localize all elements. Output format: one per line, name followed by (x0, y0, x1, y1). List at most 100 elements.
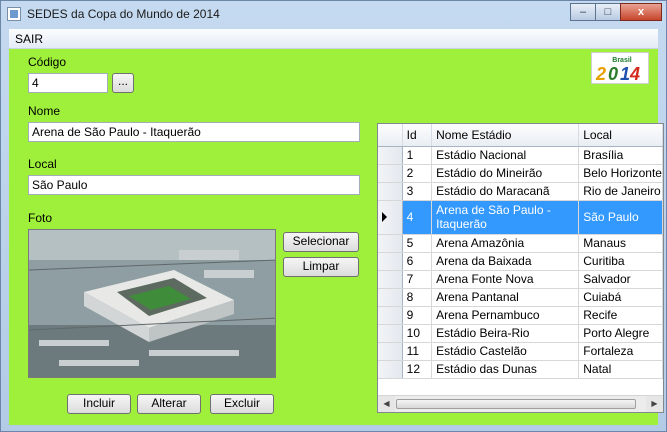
nome-cell[interactable]: Arena da Baixada (431, 252, 580, 271)
table-row[interactable]: 1 Estádio Nacional Brasília (378, 146, 663, 165)
nome-cell[interactable]: Estádio Beira-Rio (431, 324, 580, 343)
column-header-local[interactable]: Local (578, 124, 663, 147)
svg-text:Brasil: Brasil (612, 57, 632, 64)
row-header[interactable] (378, 342, 403, 361)
local-label: Local (28, 157, 57, 171)
table-row[interactable]: 8 Arena Pantanal Cuiabá (378, 288, 663, 307)
nome-cell[interactable]: Arena Pantanal (431, 288, 580, 307)
id-cell[interactable]: 11 (402, 342, 433, 361)
row-header[interactable] (378, 146, 403, 165)
local-cell[interactable]: Porto Alegre (578, 324, 663, 343)
brasil-2014-logo: Brasil 2 0 1 4 (591, 52, 649, 84)
local-cell[interactable]: Belo Horizonte (578, 164, 663, 183)
table-row[interactable]: 5 Arena Amazônia Manaus (378, 234, 663, 253)
nome-cell[interactable]: Estádio do Mineirão (431, 164, 580, 183)
id-cell[interactable]: 3 (402, 182, 433, 201)
local-cell[interactable]: São Paulo (578, 200, 663, 235)
window-title: SEDES da Copa do Mundo de 2014 (27, 7, 220, 21)
limpar-button[interactable]: Limpar (283, 257, 359, 277)
current-row-arrow-icon (382, 212, 387, 222)
nome-label: Nome (28, 104, 61, 118)
local-cell[interactable]: Manaus (578, 234, 663, 253)
menu-sair[interactable]: SAIR (15, 32, 43, 46)
browse-button[interactable]: ... (112, 73, 134, 93)
local-cell[interactable]: Cuiabá (578, 288, 663, 307)
scroll-right-icon[interactable]: ▶ (646, 396, 663, 412)
main-window: SEDES da Copa do Mundo de 2014 – □ x SAI… (0, 0, 667, 432)
table-row[interactable]: 10 Estádio Beira-Rio Porto Alegre (378, 324, 663, 343)
codigo-input[interactable] (28, 73, 108, 93)
local-input[interactable] (28, 175, 360, 195)
table-row[interactable]: 12 Estádio das Dunas Natal (378, 360, 663, 379)
nome-cell[interactable]: Estádio Castelão (431, 342, 580, 361)
nome-cell[interactable]: Arena Fonte Nova (431, 270, 580, 289)
table-row[interactable]: 7 Arena Fonte Nova Salvador (378, 270, 663, 289)
stadium-photo (28, 229, 276, 378)
local-cell[interactable]: Brasília (578, 146, 663, 165)
column-header-nome[interactable]: Nome Estádio (431, 124, 580, 147)
nome-cell[interactable]: Arena de São Paulo - Itaquerão (431, 200, 580, 235)
id-cell[interactable]: 6 (402, 252, 433, 271)
local-cell[interactable]: Curitiba (578, 252, 663, 271)
nome-cell[interactable]: Arena Pernambuco (431, 306, 580, 325)
nome-cell[interactable]: Estádio Nacional (431, 146, 580, 165)
id-cell[interactable]: 2 (402, 164, 433, 183)
nome-cell[interactable]: Estádio das Dunas (431, 360, 580, 379)
svg-text:2: 2 (595, 64, 606, 83)
svg-text:0: 0 (608, 64, 618, 83)
row-header[interactable] (378, 306, 403, 325)
title-bar[interactable]: SEDES da Copa do Mundo de 2014 – □ x (1, 1, 666, 29)
form-client-area: SAIR Código ... Nome Local Foto (9, 29, 664, 425)
row-header[interactable] (378, 270, 403, 289)
local-cell[interactable]: Natal (578, 360, 663, 379)
id-cell[interactable]: 5 (402, 234, 433, 253)
codigo-label: Código (28, 55, 67, 69)
local-cell[interactable]: Rio de Janeiro (578, 182, 663, 201)
close-button[interactable]: x (620, 3, 662, 21)
local-cell[interactable]: Recife (578, 306, 663, 325)
row-header[interactable] (378, 164, 403, 183)
excluir-button[interactable]: Excluir (210, 394, 274, 414)
scroll-thumb[interactable] (396, 399, 636, 409)
local-cell[interactable]: Salvador (578, 270, 663, 289)
nome-cell[interactable]: Estádio do Maracanã (431, 182, 580, 201)
nome-input[interactable] (28, 122, 360, 142)
id-cell[interactable]: 4 (402, 200, 433, 235)
incluir-button[interactable]: Incluir (67, 394, 131, 414)
svg-text:1: 1 (620, 64, 630, 83)
id-cell[interactable]: 7 (402, 270, 433, 289)
table-row[interactable]: 9 Arena Pernambuco Recife (378, 306, 663, 325)
id-cell[interactable]: 1 (402, 146, 433, 165)
id-cell[interactable]: 12 (402, 360, 433, 379)
table-row[interactable]: 6 Arena da Baixada Curitiba (378, 252, 663, 271)
selecionar-button[interactable]: Selecionar (283, 232, 359, 252)
table-row[interactable]: 2 Estádio do Mineirão Belo Horizonte (378, 164, 663, 183)
row-header[interactable] (378, 288, 403, 307)
row-header[interactable] (378, 234, 403, 253)
maximize-button[interactable]: □ (595, 3, 621, 21)
nome-cell[interactable]: Arena Amazônia (431, 234, 580, 253)
row-header[interactable] (378, 182, 403, 201)
svg-text:4: 4 (629, 64, 640, 83)
row-header[interactable] (378, 200, 403, 235)
app-icon (7, 7, 21, 21)
stadiums-grid[interactable]: Id Nome Estádio Local 1 Estádio Nacional B… (377, 123, 664, 413)
id-cell[interactable]: 10 (402, 324, 433, 343)
menu-bar: SAIR (9, 29, 658, 49)
column-header-id[interactable]: Id (402, 124, 433, 147)
horizontal-scrollbar[interactable]: ◀ ▶ (378, 395, 663, 412)
row-header[interactable] (378, 360, 403, 379)
id-cell[interactable]: 8 (402, 288, 433, 307)
row-header[interactable] (378, 252, 403, 271)
stadium-image (29, 230, 275, 377)
minimize-button[interactable]: – (570, 3, 596, 21)
id-cell[interactable]: 9 (402, 306, 433, 325)
table-row[interactable]: 4 Arena de São Paulo - Itaquerão São Paulo (378, 200, 663, 235)
alterar-button[interactable]: Alterar (137, 394, 201, 414)
table-row[interactable]: 3 Estádio do Maracanã Rio de Janeiro (378, 182, 663, 201)
row-header[interactable] (378, 324, 403, 343)
grid-corner-header[interactable] (378, 124, 403, 147)
scroll-left-icon[interactable]: ◀ (378, 396, 395, 412)
table-row[interactable]: 11 Estádio Castelão Fortaleza (378, 342, 663, 361)
local-cell[interactable]: Fortaleza (578, 342, 663, 361)
